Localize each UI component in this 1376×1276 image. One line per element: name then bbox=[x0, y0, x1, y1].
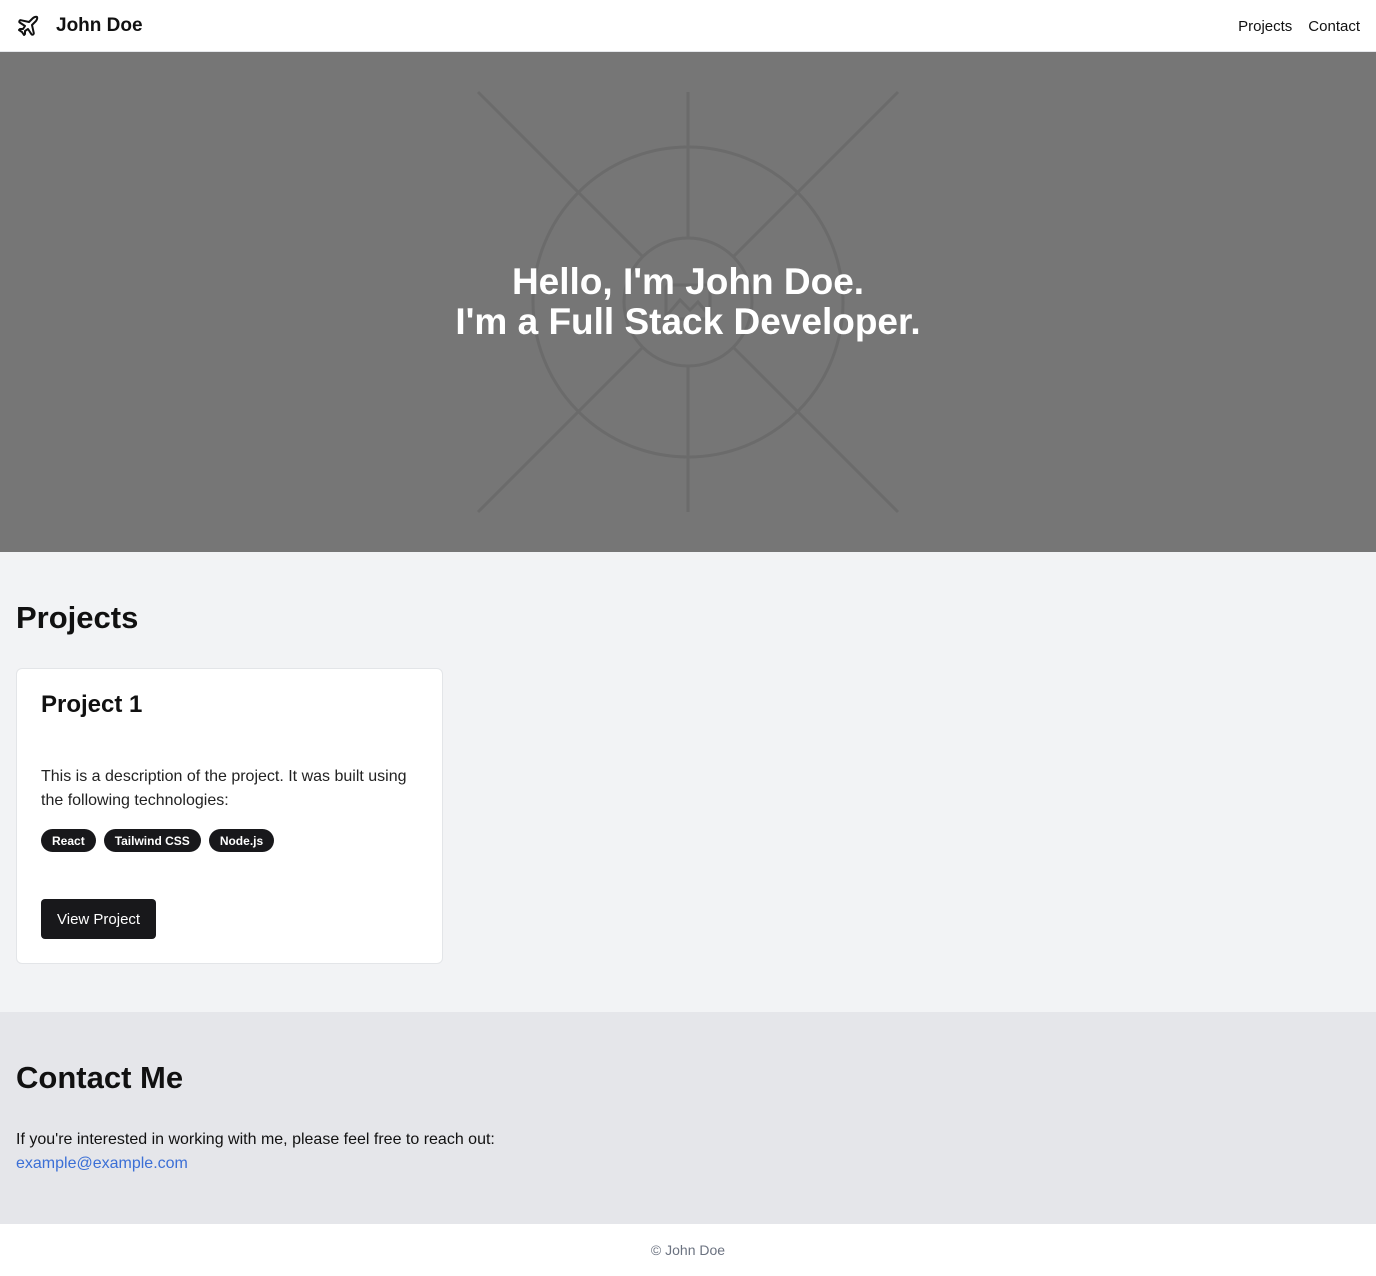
hero-heading: Hello, I'm John Doe. I'm a Full Stack De… bbox=[0, 262, 1376, 342]
contact-title: Contact Me bbox=[16, 1060, 184, 1095]
tag-nodejs: Node.js bbox=[208, 829, 275, 852]
hero-line-1: Hello, I'm John Doe. bbox=[511, 261, 865, 302]
hero-line-2: I'm a Full Stack Developer. bbox=[455, 301, 921, 342]
brand[interactable]: John Doe bbox=[16, 14, 143, 38]
nav-link-contact[interactable]: Contact bbox=[1308, 18, 1360, 35]
contact-text: If you're interested in working with me,… bbox=[16, 1131, 495, 1148]
project-description: This is a description of the project. It… bbox=[41, 768, 407, 809]
tag-react: React bbox=[41, 829, 96, 852]
project-title: Project 1 bbox=[41, 691, 143, 718]
tech-tags: React Tailwind CSS Node.js bbox=[41, 829, 282, 852]
tag-tailwind-css: Tailwind CSS bbox=[103, 829, 201, 852]
view-project-button[interactable]: View Project bbox=[41, 899, 157, 939]
contact-email-link[interactable]: example@example.com bbox=[16, 1152, 188, 1176]
plane-icon bbox=[16, 14, 40, 38]
contact-section: Contact Me If you're interested in worki… bbox=[0, 1012, 1376, 1224]
main-nav: Projects Contact bbox=[1222, 0, 1360, 52]
nav-link-projects[interactable]: Projects bbox=[1238, 18, 1292, 35]
projects-section: Projects Project 1 This is a description… bbox=[0, 552, 1376, 1012]
hero-section: Hello, I'm John Doe. I'm a Full Stack De… bbox=[0, 52, 1376, 552]
site-footer: © John Doe bbox=[0, 1224, 1376, 1276]
projects-title: Projects bbox=[16, 600, 139, 635]
footer-copyright: © John Doe bbox=[650, 1242, 726, 1258]
brand-name: John Doe bbox=[56, 14, 143, 36]
project-card: Project 1 This is a description of the p… bbox=[16, 668, 443, 964]
site-header: John Doe Projects Contact bbox=[0, 0, 1376, 52]
